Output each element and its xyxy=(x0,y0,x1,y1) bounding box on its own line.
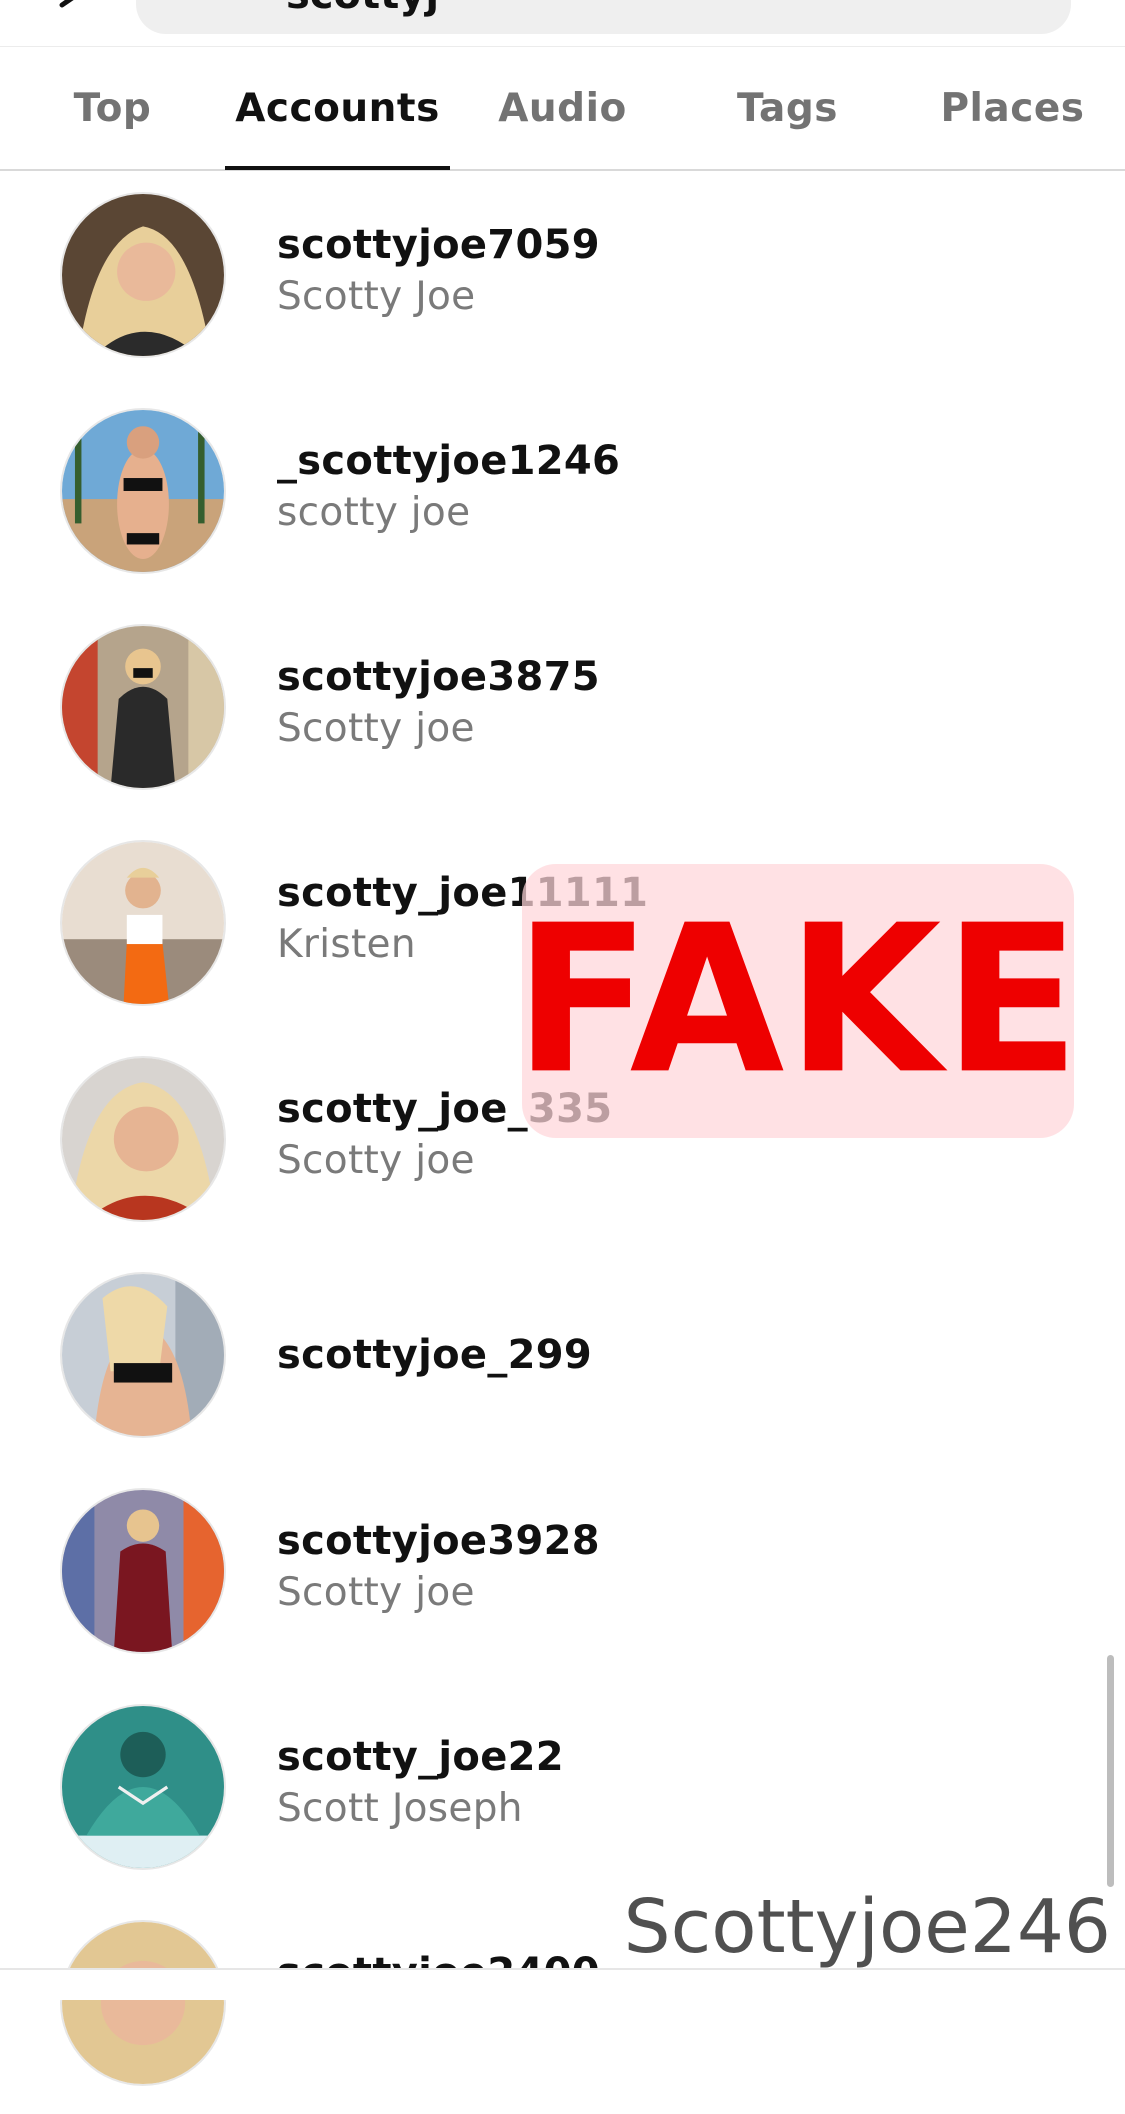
back-arrow-icon[interactable] xyxy=(52,0,86,22)
avatar[interactable] xyxy=(60,624,226,790)
search-header: scottyj xyxy=(0,0,1125,46)
account-username: scottyjoe7059 xyxy=(277,222,600,268)
search-tabs: Top Accounts Audio Tags Places xyxy=(0,46,1125,171)
fake-stamp-text: FAKE xyxy=(513,881,1083,1120)
account-username: scottyjoe3928 xyxy=(277,1518,600,1564)
list-item[interactable]: scotty_joe22 Scott Joseph xyxy=(0,1682,1100,1898)
fake-stamp-overlay: FAKE xyxy=(514,864,1080,1138)
avatar[interactable] xyxy=(60,1920,226,2086)
profile-photo-icon xyxy=(62,410,224,572)
avatar[interactable] xyxy=(60,1488,226,1654)
tab-accounts[interactable]: Accounts xyxy=(225,47,450,169)
avatar[interactable] xyxy=(60,192,226,358)
list-item[interactable]: scottyjoe3875 Scotty joe xyxy=(0,602,1100,818)
list-item[interactable]: _scottyjoe1246 scotty joe xyxy=(0,386,1100,602)
account-fullname: scotty joe xyxy=(277,490,471,535)
tab-places[interactable]: Places xyxy=(900,47,1125,169)
tab-top[interactable]: Top xyxy=(0,47,225,169)
account-fullname: Scotty Joe xyxy=(277,274,476,319)
bottom-mask xyxy=(0,1970,1125,2000)
account-username: _scottyjoe1246 xyxy=(277,438,621,484)
profile-photo-icon xyxy=(62,626,224,788)
profile-photo-icon xyxy=(62,1274,224,1436)
account-username: scotty_joe22 xyxy=(277,1734,564,1780)
avatar[interactable] xyxy=(60,840,226,1006)
profile-photo-icon xyxy=(62,1058,224,1220)
account-fullname: Scotty joe xyxy=(277,1138,475,1183)
account-fullname: Kristen xyxy=(277,922,416,967)
list-item[interactable]: scottyjoe7059 Scotty Joe xyxy=(0,170,1100,386)
avatar[interactable] xyxy=(60,1056,226,1222)
watermark-text: Scottyjoe246 xyxy=(623,1884,1111,1970)
list-item[interactable]: scottyjoe_299 xyxy=(0,1250,1100,1466)
scrollbar[interactable] xyxy=(1107,1655,1114,1887)
account-fullname: Scott Joseph xyxy=(277,1786,523,1831)
profile-photo-icon xyxy=(62,1490,224,1652)
profile-photo-icon xyxy=(62,1706,224,1868)
profile-photo-icon xyxy=(62,194,224,356)
list-item[interactable]: scottyjoe3928 Scotty joe xyxy=(0,1466,1100,1682)
account-username: scottyjoe_299 xyxy=(277,1332,593,1378)
account-username: scottyjoe3875 xyxy=(277,654,600,700)
avatar[interactable] xyxy=(60,408,226,574)
profile-photo-icon xyxy=(62,1922,224,2084)
avatar[interactable] xyxy=(60,1272,226,1438)
avatar[interactable] xyxy=(60,1704,226,1870)
account-fullname: Scotty joe xyxy=(277,1570,475,1615)
search-input[interactable]: scottyj xyxy=(136,0,1071,34)
search-query: scottyj xyxy=(286,0,439,18)
tab-audio[interactable]: Audio xyxy=(450,47,675,169)
tab-tags[interactable]: Tags xyxy=(675,47,900,169)
account-fullname: Scotty joe xyxy=(277,706,475,751)
profile-photo-icon xyxy=(62,842,224,1004)
